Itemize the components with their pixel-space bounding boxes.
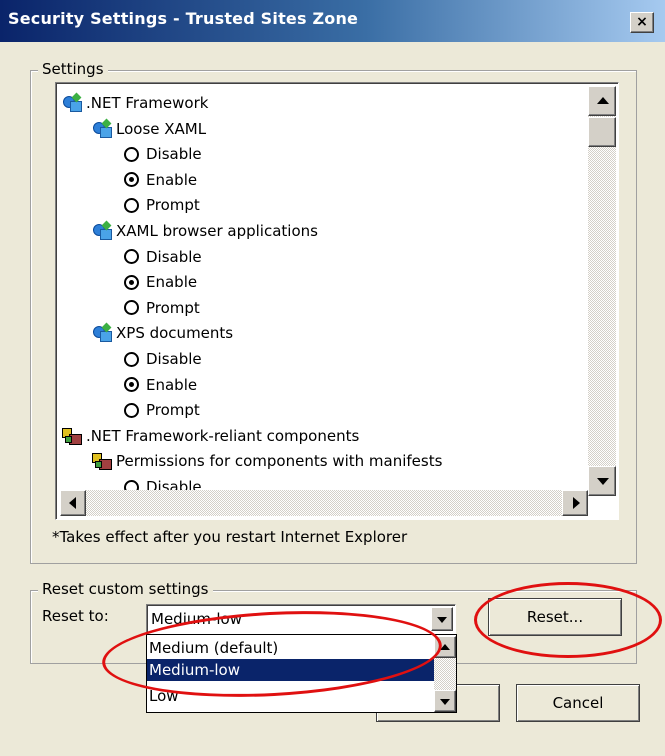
components-icon	[92, 452, 112, 471]
close-icon: ×	[636, 14, 648, 30]
tree-option[interactable]: Disable	[124, 142, 202, 166]
tree-option[interactable]: Disable	[124, 347, 202, 371]
tree-label: Prompt	[146, 401, 200, 420]
horizontal-scrollbar[interactable]	[60, 490, 588, 516]
radio-selected[interactable]	[124, 274, 139, 290]
restart-note: *Takes effect after you restart Internet…	[52, 528, 408, 546]
tree-option[interactable]: Enable	[124, 270, 197, 294]
tree-label: Prompt	[146, 298, 200, 317]
tree-label: .NET Framework	[86, 94, 209, 112]
radio-unselected[interactable]	[124, 197, 139, 213]
security-settings-dialog: Security Settings - Trusted Sites Zone ×…	[0, 0, 665, 756]
components-icon	[62, 427, 82, 445]
dropdown-scroll-down-button[interactable]	[434, 690, 456, 712]
tree-setting[interactable]: Loose XAML	[92, 117, 206, 141]
tree-label: Permissions for components with manifest…	[116, 452, 443, 471]
arrow-up-icon	[597, 97, 609, 104]
title-bar[interactable]: Security Settings - Trusted Sites Zone ×	[0, 0, 665, 42]
scroll-right-button[interactable]	[562, 490, 588, 516]
combo-dropdown-button[interactable]	[431, 607, 453, 631]
close-button[interactable]: ×	[630, 12, 654, 33]
tree-setting[interactable]: XPS documents	[92, 321, 233, 345]
tree-option[interactable]: Prompt	[124, 193, 200, 217]
cancel-button[interactable]: Cancel	[516, 684, 640, 722]
tree-label: .NET Framework-reliant components	[86, 426, 360, 445]
scroll-left-button[interactable]	[60, 490, 86, 516]
chevron-down-icon	[437, 617, 447, 623]
scroll-thumb[interactable]	[588, 117, 616, 147]
vertical-scrollbar[interactable]	[588, 86, 616, 496]
annotation-ellipse-reset-button	[474, 582, 662, 658]
tree-label: Disable	[146, 145, 202, 164]
arrow-left-icon	[69, 497, 76, 509]
arrow-down-icon	[597, 478, 609, 485]
tree-option[interactable]: Disable	[124, 245, 202, 269]
radio-unselected[interactable]	[124, 146, 139, 162]
tree-category[interactable]: .NET Framework-reliant components	[62, 424, 359, 448]
net-framework-icon	[92, 118, 112, 138]
tree-label: Prompt	[146, 196, 200, 215]
radio-selected[interactable]	[124, 377, 139, 393]
net-framework-icon	[92, 322, 112, 343]
tree-category[interactable]: .NET Framework	[62, 91, 208, 115]
tree-label: Disable	[146, 247, 202, 266]
tree-label: XAML browser applications	[116, 222, 318, 240]
cancel-button-label: Cancel	[552, 694, 604, 712]
scroll-up-button[interactable]	[588, 86, 616, 116]
tree-label: XPS documents	[116, 324, 234, 343]
radio-selected[interactable]	[124, 172, 139, 188]
radio-unselected[interactable]	[124, 300, 139, 316]
window-title: Security Settings - Trusted Sites Zone	[8, 9, 359, 28]
tree-label: Enable	[146, 375, 198, 394]
reset-to-label: Reset to:	[42, 607, 109, 625]
tree-label: Enable	[146, 170, 198, 189]
tree-setting[interactable]: XAML browser applications	[92, 219, 318, 243]
reset-group-label: Reset custom settings	[38, 580, 213, 598]
tree-option[interactable]: Enable	[124, 373, 197, 397]
radio-unselected[interactable]	[124, 402, 139, 418]
scroll-down-button[interactable]	[588, 466, 616, 496]
net-framework-icon	[92, 220, 112, 240]
net-framework-icon	[62, 92, 82, 112]
tree-option[interactable]: Enable	[124, 168, 197, 192]
arrow-right-icon	[573, 497, 580, 509]
tree-label: Enable	[146, 273, 198, 292]
tree-setting[interactable]: Permissions for components with manifest…	[92, 449, 442, 473]
settings-tree[interactable]: .NET Framework Loose XAML Disable Enable Pro…	[55, 82, 619, 520]
tree-option[interactable]: Prompt	[124, 398, 200, 422]
tree-option[interactable]: Prompt	[124, 296, 200, 320]
settings-group-label: Settings	[38, 60, 108, 78]
radio-unselected[interactable]	[124, 351, 139, 367]
arrow-down-icon	[440, 699, 450, 705]
tree-label: Loose XAML	[116, 119, 207, 138]
tree-label: Disable	[146, 350, 202, 368]
radio-unselected[interactable]	[124, 249, 139, 265]
